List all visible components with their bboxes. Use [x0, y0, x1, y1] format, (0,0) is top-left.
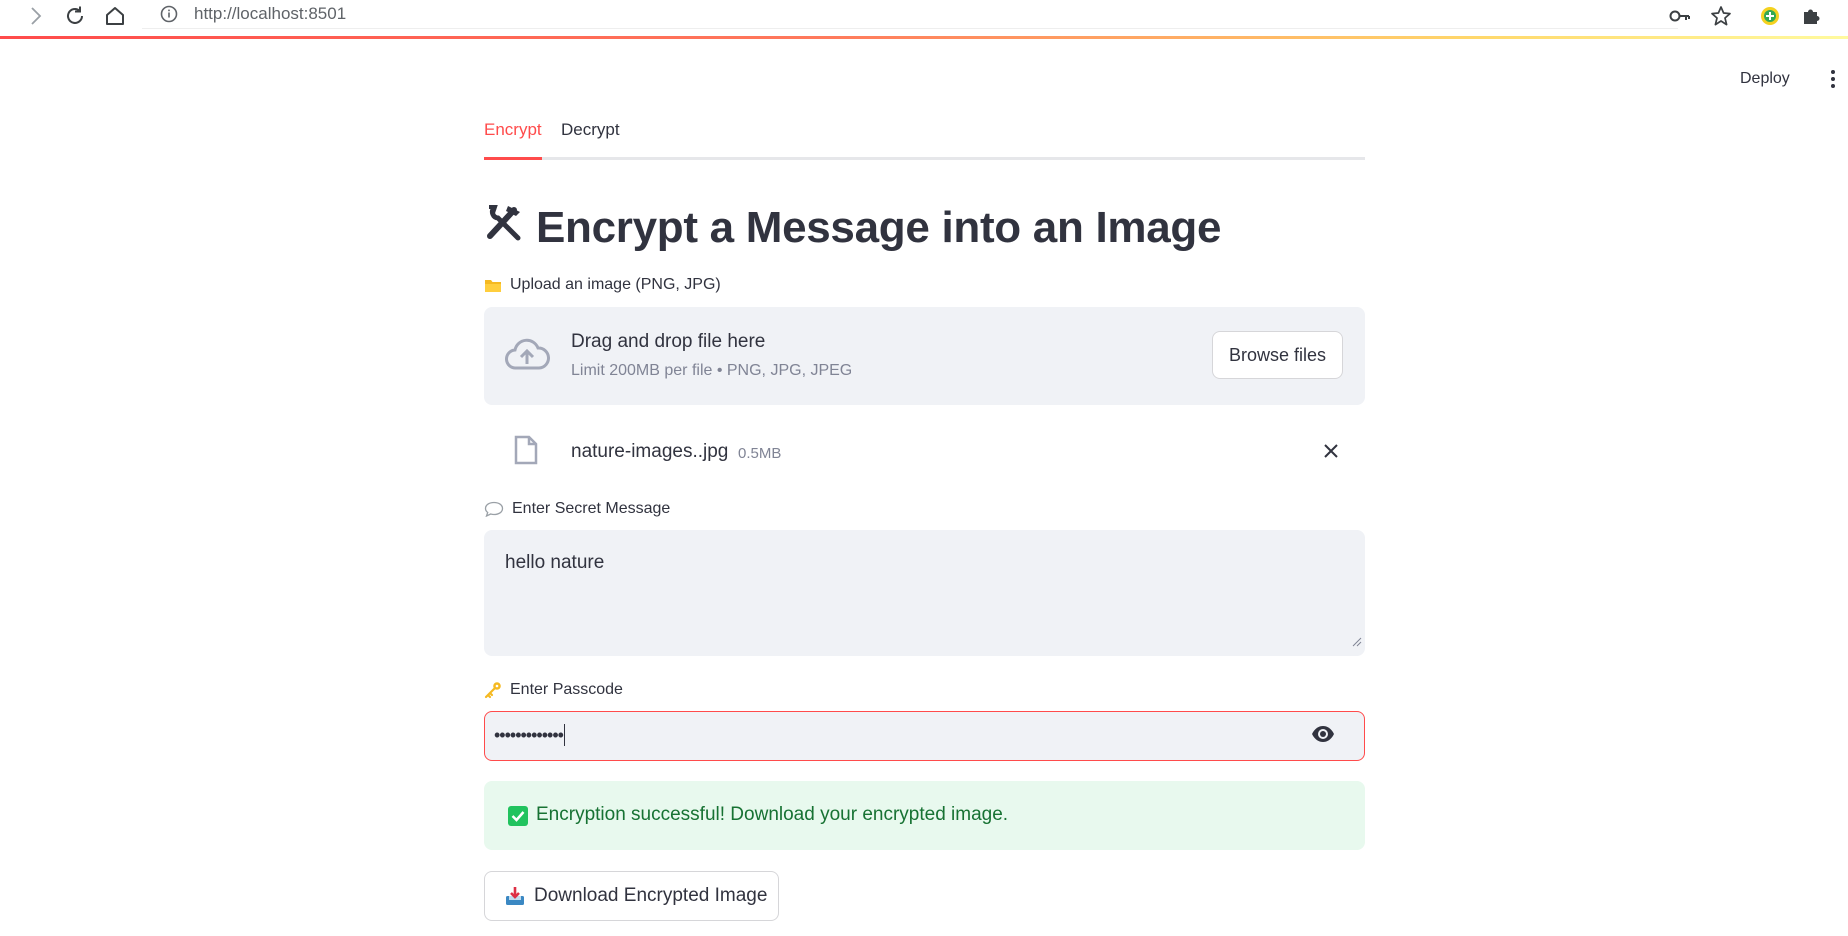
show-password-eye-icon[interactable] — [1311, 725, 1335, 748]
check-box-icon — [508, 806, 528, 831]
resize-handle-icon[interactable] — [1352, 631, 1362, 653]
folder-icon — [484, 277, 502, 293]
dropzone-limit-text: Limit 200MB per file • PNG, JPG, JPEG — [571, 362, 853, 379]
passcode-label-text: Enter Passcode — [510, 681, 623, 698]
browser-toolbar: http://localhost:8501 — [0, 0, 1848, 32]
password-key-icon[interactable] — [1666, 2, 1694, 30]
extensions-puzzle-icon[interactable] — [1797, 2, 1825, 30]
tab-decrypt[interactable]: Decrypt — [561, 120, 620, 140]
secret-message-value: hello nature — [505, 552, 605, 573]
home-icon[interactable] — [101, 2, 129, 30]
tab-bar: Encrypt Decrypt — [484, 110, 1365, 160]
speech-bubble-icon — [484, 501, 504, 517]
passcode-dots: ••••••••••••• — [494, 724, 564, 745]
extension-badge-icon[interactable] — [1756, 2, 1784, 30]
text-caret — [563, 724, 565, 746]
active-tab-indicator — [484, 157, 542, 160]
file-icon — [514, 435, 538, 470]
file-dropzone[interactable]: Drag and drop file here Limit 200MB per … — [484, 307, 1365, 405]
status-decoration-bar — [0, 36, 1848, 39]
download-button-label: Download Encrypted Image — [534, 885, 768, 906]
cloud-upload-icon — [504, 337, 550, 376]
hammer-and-wrench-icon — [484, 202, 536, 253]
dropzone-title: Drag and drop file here — [571, 331, 766, 352]
deploy-button[interactable]: Deploy — [1740, 70, 1790, 88]
page-title: Encrypt a Message into an Image — [484, 202, 1221, 253]
download-encrypted-image-button[interactable]: Download Encrypted Image — [484, 871, 779, 921]
success-alert-text: Encryption successful! Download your enc… — [536, 804, 1009, 825]
main-menu-icon[interactable] — [1830, 70, 1836, 90]
upload-label: Upload an image (PNG, JPG) — [484, 276, 721, 294]
passcode-masked-value: ••••••••••••• — [494, 724, 565, 746]
forward-icon[interactable] — [22, 2, 50, 30]
bookmark-star-icon[interactable] — [1707, 2, 1735, 30]
browse-files-button[interactable]: Browse files — [1212, 331, 1343, 379]
main-content: Encrypt Decrypt Encrypt a Message into a… — [484, 110, 1365, 921]
inbox-tray-icon — [505, 886, 525, 906]
uploaded-file-item: nature-images..jpg 0.5MB — [484, 421, 1365, 477]
reload-icon[interactable] — [61, 2, 89, 30]
address-bar[interactable] — [142, 0, 1678, 29]
uploaded-file-name: nature-images..jpg — [571, 441, 729, 462]
secret-message-textarea[interactable]: hello nature — [484, 530, 1365, 656]
remove-file-icon[interactable] — [1323, 443, 1339, 464]
success-alert: Encryption successful! Download your enc… — [484, 781, 1365, 850]
uploaded-file-size: 0.5MB — [738, 445, 782, 462]
passcode-label: Enter Passcode — [484, 681, 623, 699]
site-info-icon[interactable] — [160, 5, 178, 28]
upload-label-text: Upload an image (PNG, JPG) — [510, 276, 721, 293]
passcode-input[interactable]: ••••••••••••• — [484, 711, 1365, 761]
key-icon — [484, 681, 502, 699]
message-label-text: Enter Secret Message — [512, 500, 671, 517]
page-title-text: Encrypt a Message into an Image — [536, 202, 1222, 252]
tab-encrypt[interactable]: Encrypt — [484, 120, 542, 140]
message-label: Enter Secret Message — [484, 500, 670, 518]
url-text[interactable]: http://localhost:8501 — [194, 4, 346, 24]
